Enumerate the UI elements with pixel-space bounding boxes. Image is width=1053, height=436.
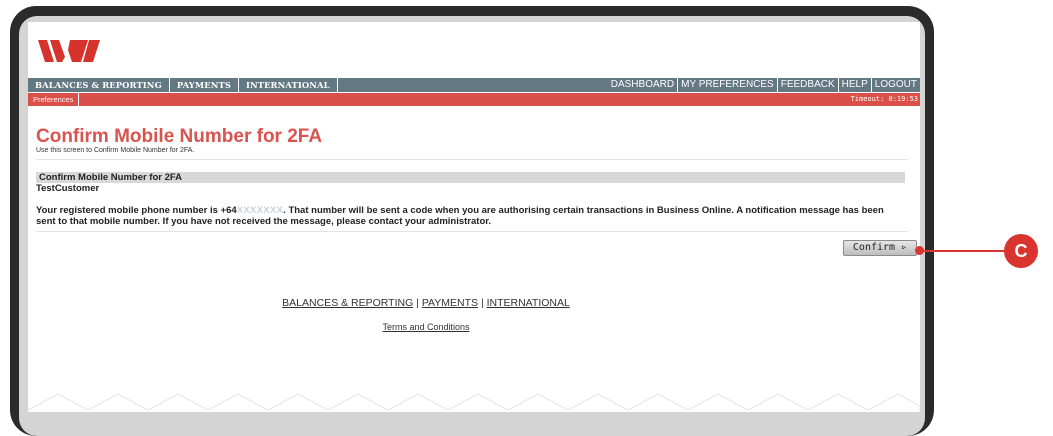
logout-link[interactable]: LOGOUT — [870, 78, 920, 92]
footer-link-balances-reporting[interactable]: BALANCES & REPORTING — [282, 297, 413, 309]
feedback-link[interactable]: FEEDBACK — [776, 78, 838, 92]
callout-badge: C — [1004, 234, 1038, 268]
section-header: Confirm Mobile Number for 2FA — [36, 172, 905, 183]
torn-edge-decoration — [28, 393, 920, 412]
dashboard-link[interactable]: DASHBOARD — [608, 78, 677, 92]
subnav-preferences[interactable]: Preferences — [28, 93, 80, 106]
divider — [36, 159, 908, 160]
footer-link-payments[interactable]: PAYMENTS — [422, 297, 478, 309]
sub-navigation: Preferences Timeout: 0:19:53 — [28, 93, 920, 106]
utility-links: DASHBOARD MY PREFERENCES FEEDBACK HELP L… — [608, 78, 920, 92]
my-preferences-link[interactable]: MY PREFERENCES — [677, 78, 777, 92]
footer-link-international[interactable]: INTERNATIONAL — [487, 297, 570, 309]
callout-pointer-line — [919, 250, 1007, 252]
confirmation-message: Your registered mobile phone number is +… — [36, 205, 896, 227]
tab-payments[interactable]: PAYMENTS — [170, 78, 239, 92]
tab-international[interactable]: INTERNATIONAL — [239, 78, 338, 92]
tab-balances-reporting[interactable]: BALANCES & REPORTING — [28, 78, 170, 92]
main-navigation: BALANCES & REPORTING PAYMENTS INTERNATIO… — [28, 78, 920, 92]
westpac-logo-icon — [38, 40, 100, 62]
divider — [36, 231, 908, 232]
message-text-start: Your registered mobile phone number is +… — [36, 205, 237, 216]
masked-phone-number: XXXXXXX — [236, 205, 284, 216]
terms-and-conditions-link[interactable]: Terms and Conditions — [382, 322, 469, 332]
session-timeout: Timeout: 0:19:53 — [850, 95, 918, 103]
help-link[interactable]: HELP — [837, 78, 871, 92]
page-subtitle: Use this screen to Confirm Mobile Number… — [36, 147, 195, 154]
terms-section: Terms and Conditions — [28, 322, 824, 332]
customer-name: TestCustomer — [36, 183, 100, 194]
page-title: Confirm Mobile Number for 2FA — [36, 126, 323, 147]
browser-screen: BALANCES & REPORTING PAYMENTS INTERNATIO… — [28, 22, 920, 412]
confirm-button[interactable]: Confirm ▹ — [843, 240, 917, 256]
footer-links: BALANCES & REPORTING | PAYMENTS | INTERN… — [282, 297, 570, 309]
